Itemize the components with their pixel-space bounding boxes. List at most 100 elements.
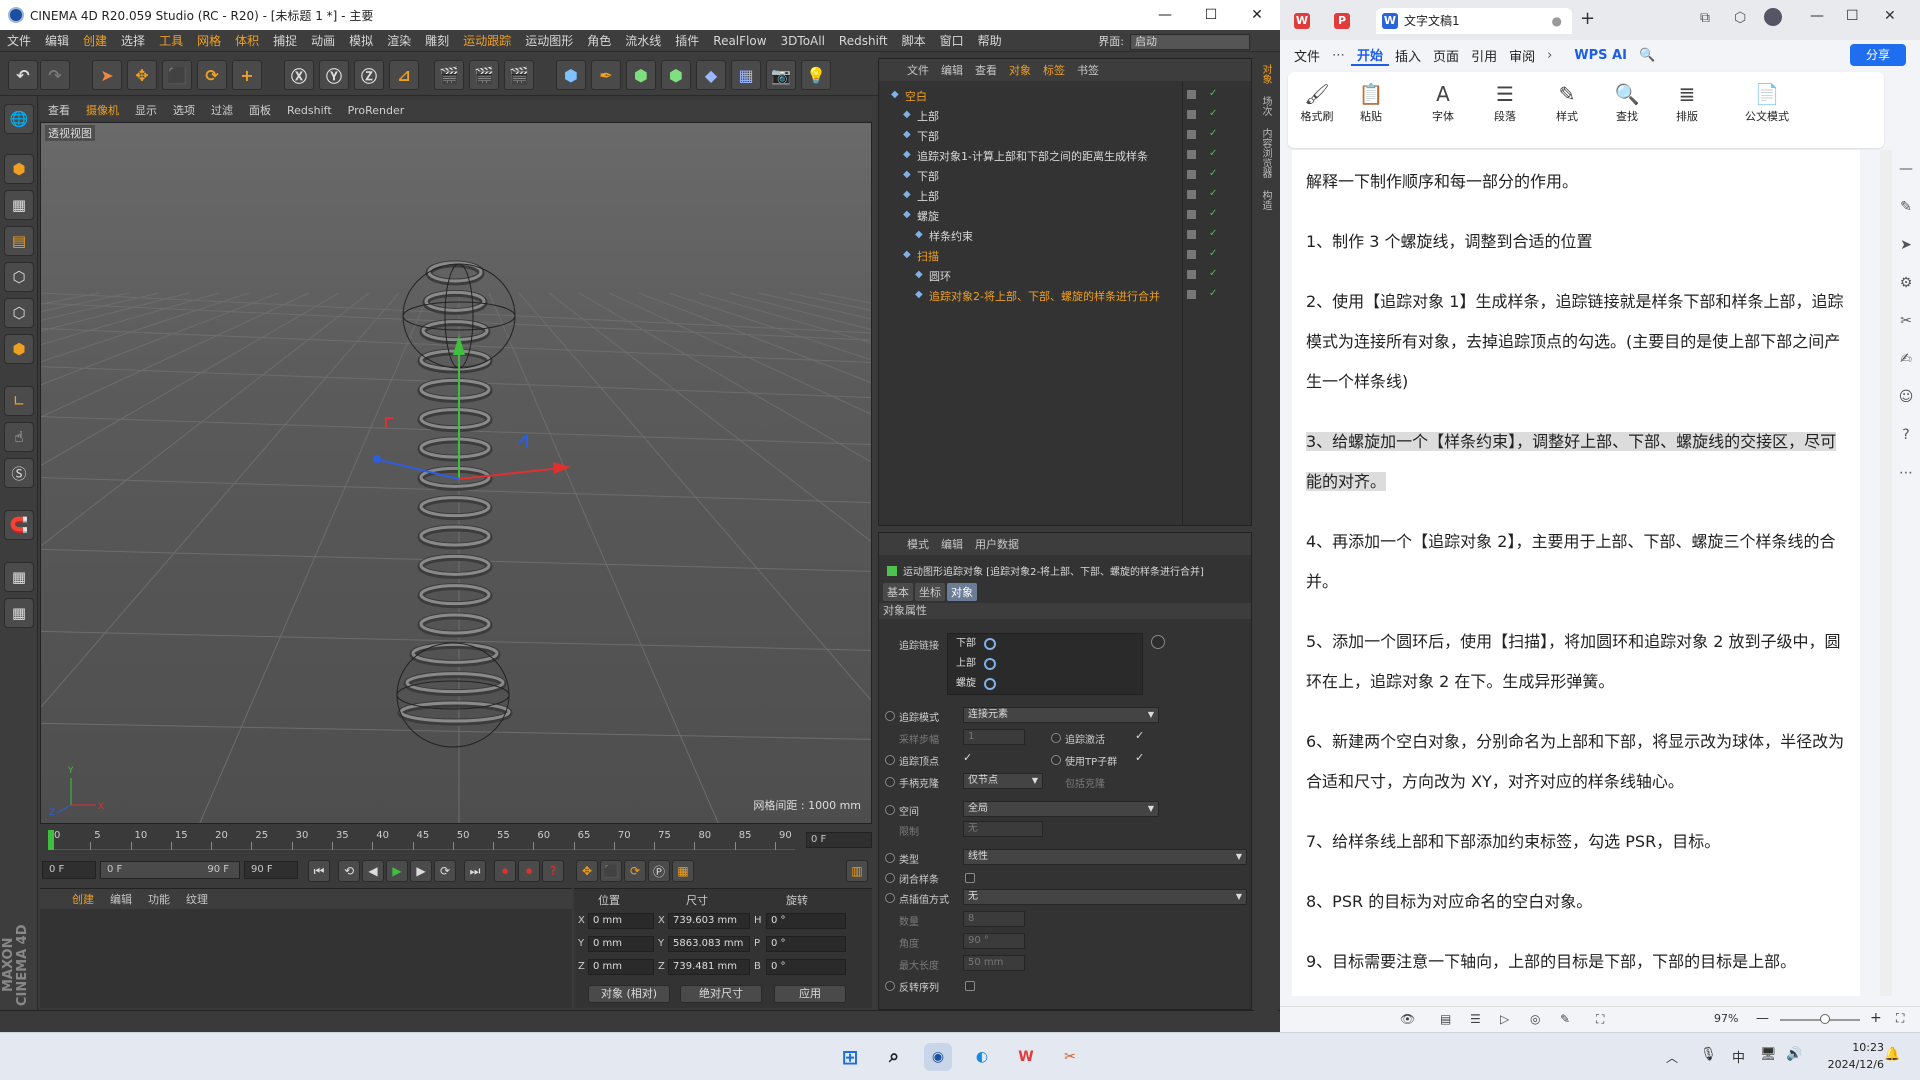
pos-z-field[interactable]: 0 mm [588,959,654,975]
doc-paragraph[interactable]: 4、再添加一个【追踪对象 2】，主要用于上部、下部、螺旋三个样条线的合并。 [1306,522,1846,602]
wps-ai-button[interactable]: WPS AI [1568,48,1633,63]
om-menu-objects[interactable]: 对象 [1003,62,1037,78]
floor-icon[interactable]: ▦ [731,60,761,90]
enabled-check-icon[interactable]: ✓ [1209,88,1217,99]
use-tp-radio[interactable] [1051,755,1061,765]
play-end-field[interactable]: 90 F [244,861,298,879]
find-button[interactable]: 🔍 查找 [1602,80,1652,124]
format-painter-button[interactable]: 🖌 格式刷 [1292,80,1342,124]
object-visibility-tags[interactable]: ✓ [1187,268,1247,282]
object-visibility-tags[interactable]: ✓ [1187,168,1247,182]
timeline[interactable]: 0 5 10 15 20 25 30 35 40 45 50 55 60 65 70 75 80 85 90 0 F [40,826,872,854]
enabled-check-icon[interactable]: ✓ [1209,128,1217,139]
object-name[interactable]: 下部 [917,168,939,184]
doc-paragraph[interactable]: 9、目标需要注意一下轴向，上部的目标是下部，下部的目标是上部。 [1306,942,1846,982]
pointer-icon[interactable]: ➤ [1892,226,1920,264]
track-active-radio[interactable] [1051,733,1061,743]
points-mode-icon[interactable]: ⬡ [4,262,34,292]
current-frame-field[interactable]: 0 F [806,832,872,848]
menu-file[interactable]: 文件 [0,32,38,49]
am-menu-edit[interactable]: 编辑 [935,536,969,552]
new-tab-icon[interactable]: + [1580,8,1595,29]
ribbon-tab-page[interactable]: 页面 [1427,46,1465,65]
next-key-icon[interactable]: ⟳ [434,860,456,882]
rot-b-field[interactable]: 0 ° [766,959,846,975]
om-menu-edit[interactable]: 编辑 [935,62,969,78]
doc-paragraph[interactable]: 7、给样条线上部和下部添加约束标签，勾选 PSR，目标。 [1306,822,1846,862]
timeline-ruler[interactable]: 0 5 10 15 20 25 30 35 40 45 50 55 60 65 70 75 80 85 90 [48,830,795,850]
document-page[interactable]: 解释一下制作顺序和每一部分的作用。 1、制作 3 个螺旋线，调整到合适的位置 2… [1292,150,1860,996]
minimize-icon[interactable]: — [1142,0,1188,30]
enabled-check-icon[interactable]: ✓ [1209,108,1217,119]
object-row[interactable]: ◆ 追踪对象2-将上部、下部、螺旋的样条进行合并 ✓ [879,285,1251,305]
object-name[interactable]: 下部 [917,128,939,144]
menu-sculpt[interactable]: 雕刻 [418,32,456,49]
reverse-checkbox[interactable] [965,981,975,991]
network-icon[interactable]: 🖥 [1760,1047,1777,1062]
object-name[interactable]: 样条约束 [929,228,973,244]
ribbon-tab-home[interactable]: 开始 [1351,45,1390,66]
side-tab-objects[interactable]: 对象 [1254,58,1277,90]
ribbon-tab-reference[interactable]: 引用 [1465,46,1503,65]
viewport-menu-prorender[interactable]: ProRender [340,104,413,117]
handle-clone-select[interactable]: 仅节点 ▼ [963,773,1043,789]
layer-icon[interactable] [1187,290,1196,299]
enabled-check-icon[interactable]: ✓ [1209,188,1217,199]
sample-step-field[interactable]: 1 [963,729,1025,745]
object-visibility-tags[interactable]: ✓ [1187,288,1247,302]
track-vertex-radio[interactable] [885,755,895,765]
render-settings-icon[interactable]: 🎬 [504,60,534,90]
max-length-field[interactable]: 50 mm [963,955,1025,971]
track-active-checkbox[interactable]: ✓ [1135,729,1144,742]
wps-maximize-icon[interactable]: ☐ [1846,8,1859,24]
doc-paragraph[interactable]: 5、添加一个圆环后，使用【扫描】，将加圆环和追踪对象 2 放到子级中，圆环在上，… [1306,622,1846,702]
fit-page-icon[interactable]: ⛶ [1596,1012,1604,1027]
wps-taskbar-icon[interactable]: W [1012,1043,1040,1071]
object-name[interactable]: 上部 [917,108,939,124]
material-menu-edit[interactable]: 编辑 [102,891,140,907]
object-name[interactable]: 圆环 [929,268,951,284]
outline-view-icon[interactable]: ☰ [1470,1012,1481,1026]
menu-3dtoall[interactable]: 3DToAll [774,34,832,48]
paste-button[interactable]: 📋 粘贴 [1346,80,1396,124]
track-mode-radio[interactable] [885,711,895,721]
track-mode-select[interactable]: 连接元素 ▼ [963,707,1159,723]
track-link-list[interactable]: 下部 上部 螺旋 [947,633,1143,695]
object-name[interactable]: 追踪对象2-将上部、下部、螺旋的样条进行合并 [929,288,1160,304]
polygons-mode-icon[interactable]: ⬢ [4,334,34,364]
ribbon-tab-review[interactable]: 审阅 [1503,46,1541,65]
pen-spline-icon[interactable]: ✒ [591,60,621,90]
wps-minimize-icon[interactable]: — [1810,8,1824,24]
start-icon[interactable]: ⊞ [836,1043,864,1071]
doc-paragraph[interactable]: 8、PSR 的目标为对应命名的空白对象。 [1306,882,1846,922]
menu-tools[interactable]: 工具 [152,32,190,49]
render-view-icon[interactable]: 🎬 [434,60,464,90]
settings-sliders-icon[interactable]: ⚙ [1892,264,1920,302]
track-link-item[interactable]: 下部 [948,634,1142,654]
layer-icon[interactable] [1187,250,1196,259]
collapse-icon[interactable]: — [1892,150,1920,188]
space-select[interactable]: 全局 ▼ [963,801,1159,817]
om-menu-tags[interactable]: 标签 [1037,62,1071,78]
key-position-icon[interactable]: ✥ [576,860,598,882]
menu-script[interactable]: 脚本 [895,32,933,49]
object-visibility-tags[interactable]: ✓ [1187,228,1247,242]
layout-button[interactable]: ≣ 排版 [1662,80,1712,124]
menu-plugins[interactable]: 插件 [668,32,706,49]
viewport-menu-panel[interactable]: 面板 [241,102,279,118]
object-name[interactable]: 扫描 [917,248,939,264]
menu-mesh[interactable]: 网格 [190,32,228,49]
material-menu-function[interactable]: 功能 [140,891,178,907]
wps-pdf-tab[interactable]: P [1328,8,1362,34]
maximize-icon[interactable]: ☐ [1188,0,1234,30]
tweak-mode-icon[interactable]: ☝ [4,422,34,452]
object-row[interactable]: ◆ 下部 ✓ [879,125,1251,145]
doc-paragraph-selected[interactable]: 3、给螺旋加一个【样条约束】，调整好上部、下部、螺旋线的交接区，尽可能的对齐。 [1306,422,1846,502]
fullscreen-icon[interactable]: ⛶ [1896,1011,1904,1026]
light-icon[interactable]: 💡 [801,60,831,90]
key-rotation-icon[interactable]: ⟳ [624,860,646,882]
styles-button[interactable]: ✎ 样式 [1542,80,1592,124]
window-layout-icon[interactable]: ⧉ [1700,10,1710,26]
solo-mode-icon[interactable]: Ⓢ [4,458,34,488]
object-name[interactable]: 上部 [917,188,939,204]
